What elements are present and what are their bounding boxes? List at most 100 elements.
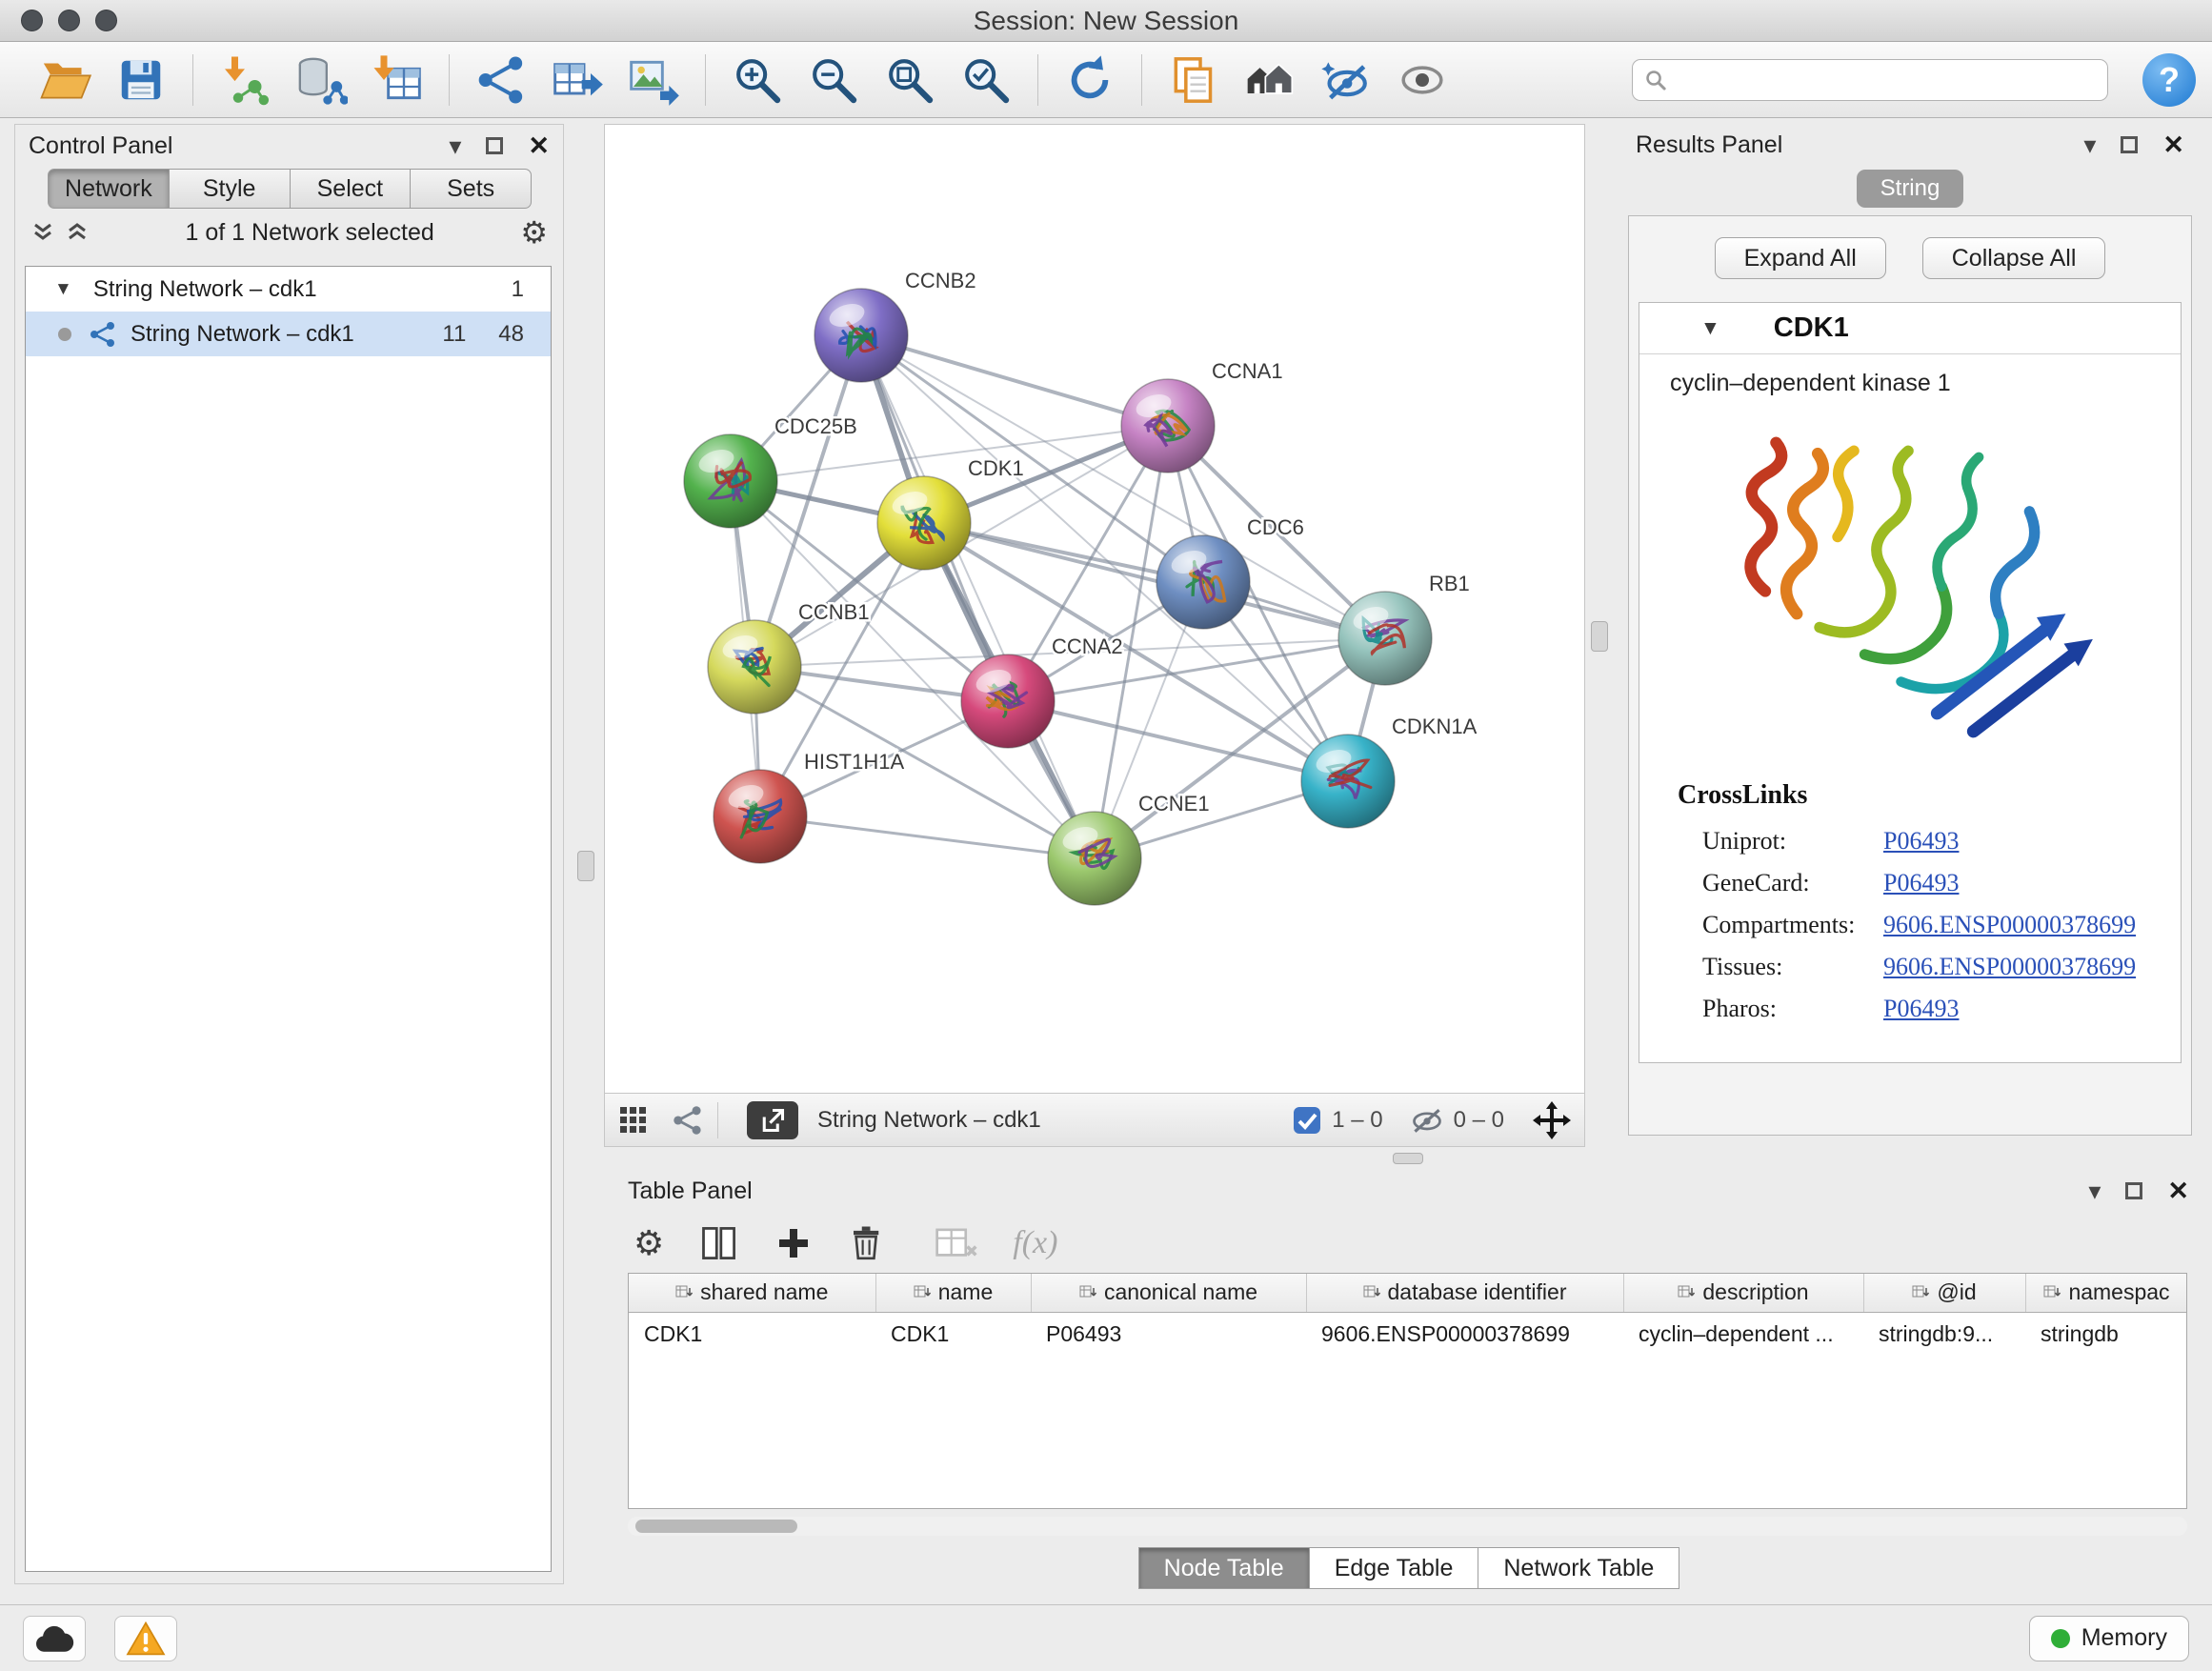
close-panel-icon[interactable]: ✕ <box>2167 1177 2189 1206</box>
table-row[interactable]: CDK1CDK1P064939606.ENSP00000378699cyclin… <box>629 1312 2187 1356</box>
hidden-eye-slash-icon[interactable] <box>1410 1105 1444 1136</box>
zoom-window-button[interactable] <box>95 10 117 31</box>
network-node-CDKN1A[interactable] <box>1301 735 1395 828</box>
tab-string[interactable]: String <box>1857 170 1963 208</box>
network-edit-button[interactable] <box>463 48 539 112</box>
grid-view-button[interactable] <box>618 1105 649 1136</box>
zoom-out-button[interactable] <box>795 48 872 112</box>
splitter-handle-left[interactable] <box>577 851 594 881</box>
collapse-all-icon[interactable] <box>30 221 55 244</box>
float-panel-icon[interactable] <box>2121 136 2138 153</box>
column-header-namespac[interactable]: namespac <box>2025 1274 2187 1312</box>
tab-sets[interactable]: Sets <box>410 169 532 209</box>
main-toolbar: ? <box>0 42 2212 118</box>
import-network-from-database-button[interactable] <box>283 48 359 112</box>
sort-icon <box>1678 1284 1695 1301</box>
network-node-CCNE1[interactable] <box>1048 812 1141 905</box>
network-node-RB1[interactable] <box>1338 592 1432 685</box>
function-builder-button-disabled[interactable]: f(x) <box>1013 1225 1057 1261</box>
network-node-CDK1[interactable] <box>877 476 971 570</box>
minimize-window-button[interactable] <box>58 10 80 31</box>
network-collection-row[interactable]: ▼ String Network – cdk1 1 <box>26 267 551 312</box>
tab-select[interactable]: Select <box>290 169 412 209</box>
disclosure-triangle-icon[interactable]: ▼ <box>54 279 72 300</box>
network-node-CCNB1[interactable] <box>708 620 801 714</box>
delete-table-button-disabled[interactable] <box>935 1224 978 1262</box>
column-header-name[interactable]: name <box>875 1274 1031 1312</box>
scrollbar-thumb[interactable] <box>635 1520 797 1533</box>
export-image-button[interactable] <box>615 48 692 112</box>
delete-column-button[interactable] <box>847 1223 887 1263</box>
document-pages-button[interactable] <box>1156 48 1232 112</box>
panel-menu-icon[interactable]: ▾ <box>2083 131 2096 160</box>
crosslink-uniprot[interactable]: P06493 <box>1883 827 1959 856</box>
splitter-handle-right[interactable] <box>1591 621 1608 652</box>
crosslink-genecard[interactable]: P06493 <box>1883 869 1959 897</box>
table-options-gear-icon[interactable]: ⚙ <box>633 1223 664 1263</box>
selected-checkbox-icon[interactable] <box>1292 1105 1322 1136</box>
network-node-CDC6[interactable] <box>1156 535 1250 629</box>
add-column-button[interactable] <box>774 1224 813 1262</box>
zoom-in-button[interactable] <box>719 48 795 112</box>
disclosure-triangle-icon[interactable]: ▼ <box>1700 317 1720 340</box>
zoom-fit-content-button[interactable] <box>872 48 948 112</box>
collection-label: String Network – cdk1 <box>93 276 512 303</box>
panel-menu-icon[interactable]: ▾ <box>2088 1177 2101 1206</box>
close-panel-icon[interactable]: ✕ <box>2162 131 2184 160</box>
horizontal-scrollbar[interactable] <box>628 1517 2187 1536</box>
float-panel-icon[interactable] <box>486 137 503 154</box>
crosslink-compartments[interactable]: 9606.ENSP00000378699 <box>1883 911 2136 939</box>
protein-card-header[interactable]: ▼ CDK1 <box>1639 303 2181 354</box>
import-table-from-file-button[interactable] <box>359 48 435 112</box>
collapse-all-button[interactable]: Collapse All <box>1922 237 2106 279</box>
open-in-new-window-button[interactable] <box>747 1101 798 1139</box>
panel-menu-icon[interactable]: ▾ <box>449 131 461 161</box>
warning-button[interactable] <box>114 1616 177 1661</box>
search-box[interactable] <box>1632 59 2108 101</box>
network-node-CCNA1[interactable] <box>1121 379 1215 473</box>
splitter-handle-bottom[interactable] <box>1393 1153 1423 1164</box>
float-panel-icon[interactable] <box>2125 1182 2142 1199</box>
network-node-CCNA2[interactable] <box>961 654 1055 748</box>
network-graph[interactable]: CCNB2CCNA1CDC25BCDK1CDC6RB1CCNB1CCNA2CDK… <box>605 125 1584 1093</box>
network-node-HIST1H1A[interactable] <box>714 770 807 863</box>
show-hide-graphic-details-button[interactable] <box>1308 48 1384 112</box>
column-header-database-identifier[interactable]: database identifier <box>1306 1274 1623 1312</box>
column-header--id[interactable]: @id <box>1863 1274 2025 1312</box>
show-columns-button[interactable] <box>698 1222 740 1264</box>
network-canvas[interactable]: CCNB2CCNA1CDC25BCDK1CDC6RB1CCNB1CCNA2CDK… <box>604 124 1585 1094</box>
zoom-selected-button[interactable] <box>948 48 1024 112</box>
memory-button[interactable]: Memory <box>2029 1616 2189 1661</box>
birdseye-view-button[interactable] <box>672 1104 704 1137</box>
network-row[interactable]: String Network – cdk1 11 48 <box>26 312 551 356</box>
close-panel-icon[interactable]: ✕ <box>528 131 550 161</box>
cloud-status-button[interactable] <box>23 1616 86 1661</box>
refresh-view-button[interactable] <box>1052 48 1128 112</box>
save-session-button[interactable] <box>103 48 179 112</box>
export-table-button[interactable] <box>539 48 615 112</box>
import-network-from-file-button[interactable] <box>207 48 283 112</box>
column-header-shared-name[interactable]: shared name <box>629 1274 875 1312</box>
zoom-selected-icon <box>959 53 1013 107</box>
search-input[interactable] <box>1677 67 2096 93</box>
tab-network[interactable]: Network <box>48 169 170 209</box>
network-options-gear-icon[interactable]: ⚙ <box>520 214 548 251</box>
home-layout-button[interactable] <box>1232 48 1308 112</box>
open-session-button[interactable] <box>27 48 103 112</box>
column-header-canonical-name[interactable]: canonical name <box>1031 1274 1306 1312</box>
crosslink-pharos[interactable]: P06493 <box>1883 995 1959 1023</box>
network-node-CCNB2[interactable] <box>814 289 908 382</box>
close-window-button[interactable] <box>21 10 43 31</box>
help-button[interactable]: ? <box>2142 53 2196 107</box>
tab-node-table[interactable]: Node Table <box>1138 1547 1310 1589</box>
network-node-CDC25B[interactable] <box>684 434 777 528</box>
tab-style[interactable]: Style <box>169 169 291 209</box>
crosslink-tissues[interactable]: 9606.ENSP00000378699 <box>1883 953 2136 981</box>
tab-network-table[interactable]: Network Table <box>1478 1547 1679 1589</box>
column-header-description[interactable]: description <box>1623 1274 1863 1312</box>
expand-all-icon[interactable] <box>65 221 90 244</box>
tab-edge-table[interactable]: Edge Table <box>1309 1547 1479 1589</box>
eye-button[interactable] <box>1384 48 1460 112</box>
expand-all-button[interactable]: Expand All <box>1715 237 1886 279</box>
move-crosshair-icon[interactable] <box>1533 1101 1571 1139</box>
